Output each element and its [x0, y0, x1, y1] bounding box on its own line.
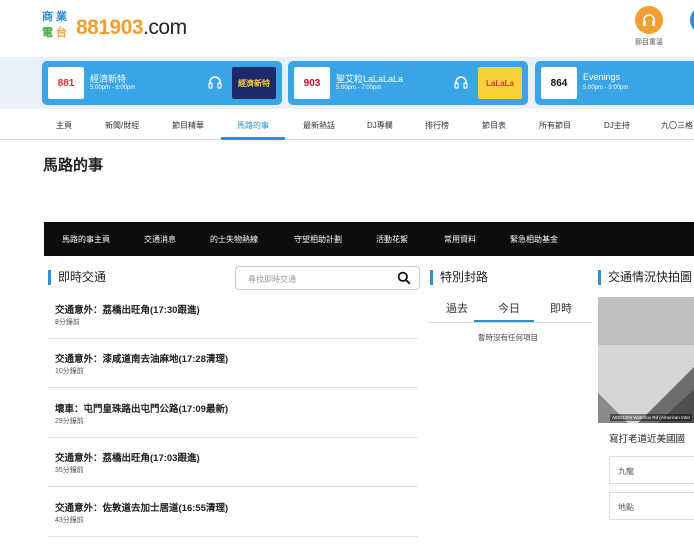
- section-title-camera: 交通情況快拍圖: [598, 270, 692, 285]
- divider: [48, 437, 418, 438]
- traffic-time-ago: 8分鐘前: [55, 319, 80, 326]
- subnav-item-traffic-news[interactable]: 交通消息: [144, 234, 176, 245]
- schedule-replay-button[interactable]: 節目重溫: [629, 6, 669, 47]
- program-card[interactable]: 864 Evenings 5:00pm - 9:00pm: [535, 61, 694, 105]
- nav-item-903[interactable]: 九〇三格: [661, 120, 693, 131]
- site-name-suffix: .com: [143, 16, 187, 39]
- program-title: Evenings: [583, 72, 621, 82]
- traffic-headline[interactable]: 交通意外：荔橋出旺角(17:30跟進): [55, 302, 200, 316]
- traffic-headline[interactable]: 交通意外：荔橋出旺角(17:03跟進): [55, 450, 200, 464]
- program-card[interactable]: 881 經濟新特 5:00pm - 6:00pm 經濟新特: [42, 61, 282, 105]
- program-thumb: 881: [48, 67, 84, 99]
- headphones-icon[interactable]: [453, 74, 469, 90]
- program-time: 5:00pm - 7:00pm: [336, 85, 382, 91]
- site-header: 商 業 電 台 881903.com 節目重溫: [0, 0, 694, 60]
- traffic-time-ago: 43分鐘前: [55, 517, 84, 524]
- nav-active-indicator: [221, 137, 285, 140]
- program-card[interactable]: 903 聖艾粒LaLaLaLa 5:00pm - 7:00pm LaLaLa: [288, 61, 528, 105]
- region-select[interactable]: 九龍: [609, 456, 694, 484]
- section-title-closures: 特別封路: [430, 270, 488, 285]
- nav-item-charts[interactable]: 排行榜: [425, 120, 449, 131]
- empty-state-text: 暫時沒有任何項目: [478, 333, 538, 342]
- traffic-time-ago: 10分鐘前: [55, 368, 84, 375]
- program-thumb: 903: [294, 67, 330, 99]
- program-promo-image[interactable]: 經濟新特: [232, 67, 276, 99]
- nav-item-highlights[interactable]: 節目精華: [172, 120, 204, 131]
- closure-tabs: 過去 今日 即時: [428, 296, 592, 322]
- now-playing-banner: 881 經濟新特 5:00pm - 6:00pm 經濟新特 903 聖艾粒LaL…: [0, 57, 694, 109]
- schedule-replay-label: 節目重溫: [635, 39, 663, 46]
- partial-icon: [690, 6, 694, 34]
- traffic-search[interactable]: 尋找即時交通: [235, 266, 420, 290]
- camera-caption[interactable]: 寫打老道近美國國: [609, 431, 685, 445]
- subnav-item-taxi-lost[interactable]: 的士失物熱線: [210, 234, 258, 245]
- header-partial-button[interactable]: [684, 6, 694, 34]
- tab-past[interactable]: 過去: [446, 300, 468, 316]
- program-time: 5:00pm - 9:00pm: [583, 85, 629, 91]
- traffic-headline[interactable]: 交通意外：漆咸道南去油麻地(17:28清理): [55, 351, 228, 365]
- traffic-headline[interactable]: 交通意外：佐敦道去加士居道(16:55清理): [55, 500, 228, 514]
- nav-item-traffic[interactable]: 馬路的事: [237, 120, 269, 131]
- divider: [48, 387, 418, 388]
- logo-char: 業: [56, 11, 67, 23]
- page-title: 馬路的事: [43, 157, 104, 174]
- site-name[interactable]: 881903.com: [76, 16, 187, 40]
- nav-item-dj[interactable]: DJ主持: [604, 120, 630, 131]
- program-title: 經濟新特: [90, 74, 127, 84]
- nav-item-home[interactable]: 主頁: [56, 120, 72, 131]
- nav-item-trending[interactable]: 最新熱話: [303, 120, 335, 131]
- nav-item-dj-column[interactable]: DJ專欄: [367, 120, 393, 131]
- subnav-item-resources[interactable]: 常用資料: [444, 234, 476, 245]
- subnav-item-events[interactable]: 活動花絮: [376, 234, 408, 245]
- program-title: 聖艾粒LaLaLaLa: [336, 74, 404, 84]
- site-logo[interactable]: 商 業 電 台: [42, 12, 72, 44]
- nav-item-all-programs[interactable]: 所有節目: [539, 120, 571, 131]
- region-value: 九龍: [618, 467, 634, 476]
- divider: [48, 486, 418, 487]
- search-input[interactable]: 尋找即時交通: [248, 274, 296, 285]
- camera-stamp: AID01209 Waterloo Rd (American Inter: [610, 414, 693, 421]
- logo-char: 台: [56, 27, 67, 39]
- logo-char: 電: [42, 27, 53, 39]
- site-name-number: 881903: [76, 16, 144, 39]
- traffic-time-ago: 35分鐘前: [55, 467, 84, 474]
- sub-nav: 馬路的事主頁 交通消息 的士失物熱線 守望相助計劃 活動花絮 常用資料 緊急相助…: [44, 222, 694, 256]
- tab-live[interactable]: 即時: [550, 300, 572, 316]
- section-title-traffic: 即時交通: [48, 270, 106, 285]
- program-thumb: 864: [541, 67, 577, 99]
- subnav-item-home[interactable]: 馬路的事主頁: [62, 234, 110, 245]
- location-placeholder: 地點: [618, 503, 634, 512]
- logo-char: 商: [42, 11, 53, 23]
- divider: [48, 536, 418, 537]
- camera-snapshot: [598, 297, 694, 423]
- location-select[interactable]: 地點: [609, 492, 694, 520]
- traffic-headline[interactable]: 壞車：屯門皇珠路出屯門公路(17:09最新): [55, 401, 228, 415]
- nav-item-schedule[interactable]: 節目表: [482, 120, 506, 131]
- main-nav: 主頁 新聞/財經 節目精華 馬路的事 最新熱話 DJ專欄 排行榜 節目表 所有節…: [0, 112, 694, 140]
- divider: [428, 322, 592, 323]
- program-promo-image[interactable]: LaLaLa: [478, 67, 522, 99]
- traffic-camera-image[interactable]: AID01209 Waterloo Rd (American Inter: [598, 297, 694, 423]
- tab-today[interactable]: 今日: [498, 300, 520, 316]
- nav-item-news[interactable]: 新聞/財經: [105, 120, 139, 131]
- search-icon[interactable]: [397, 271, 411, 285]
- headphones-icon[interactable]: [207, 74, 223, 90]
- divider: [48, 338, 418, 339]
- subnav-item-neighbourhood-watch[interactable]: 守望相助計劃: [294, 234, 342, 245]
- subnav-item-emergency-fund[interactable]: 緊急相助基金: [510, 234, 558, 245]
- headphones-icon: [635, 6, 663, 34]
- program-time: 5:00pm - 6:00pm: [90, 85, 136, 91]
- traffic-time-ago: 29分鐘前: [55, 418, 84, 425]
